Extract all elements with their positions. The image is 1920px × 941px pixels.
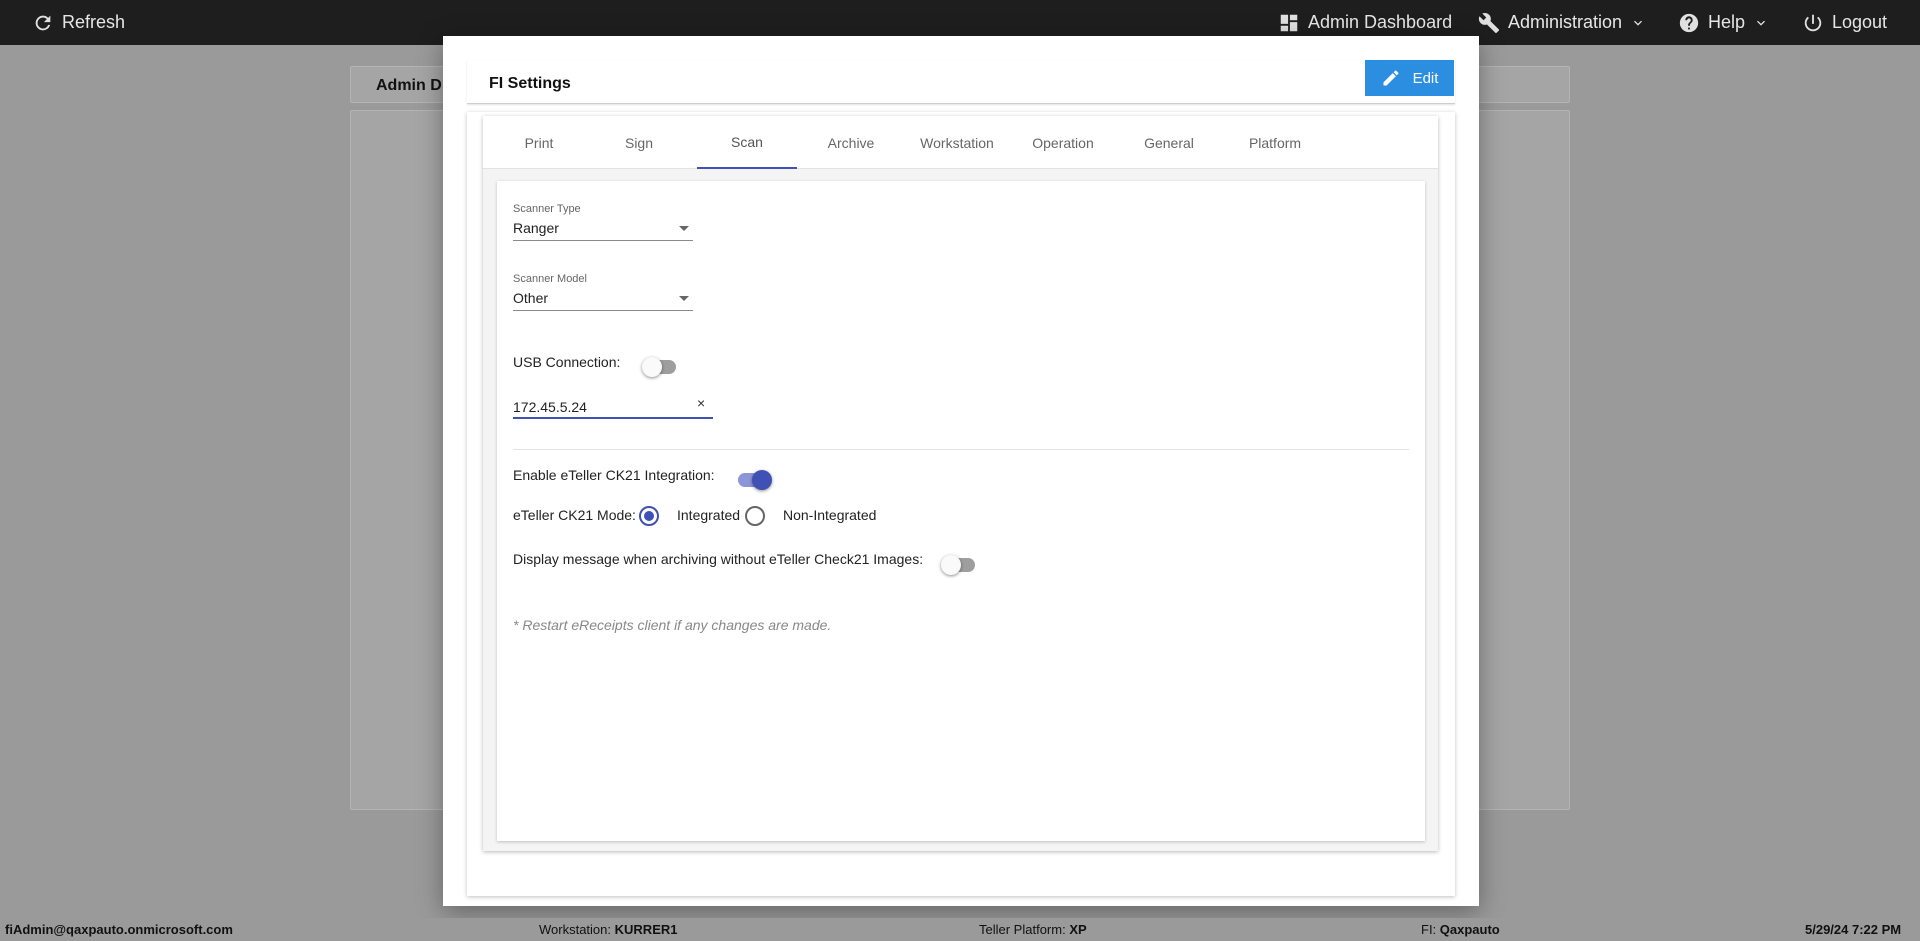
status-datetime: 5/29/24 7:22 PM xyxy=(1805,922,1902,937)
clear-icon[interactable]: × xyxy=(697,395,705,411)
refresh-label: Refresh xyxy=(62,12,126,32)
teller-platform-label: Teller Platform: xyxy=(979,922,1066,937)
ck21-mode-label: eTeller CK21 Mode: xyxy=(513,507,636,523)
settings-tabs: Print Sign Scan Archive Workstation Oper… xyxy=(483,116,1438,851)
radio-integrated[interactable] xyxy=(639,506,659,526)
scanner-model-select[interactable]: Other xyxy=(513,287,693,311)
status-teller-platform: Teller Platform: XP xyxy=(979,922,1087,937)
administration-menu[interactable]: Administration xyxy=(1478,0,1646,45)
pencil-icon xyxy=(1383,70,1399,86)
scan-settings-panel: Scanner Type Ranger Scanner Model Other … xyxy=(497,181,1425,841)
radio-non-integrated[interactable] xyxy=(745,506,765,526)
logout-label: Logout xyxy=(1832,12,1888,32)
administration-label: Administration xyxy=(1508,12,1623,32)
dialog-header: FI Settings xyxy=(467,60,1455,104)
teller-platform-value: XP xyxy=(1069,922,1087,937)
refresh-icon xyxy=(35,15,51,30)
chevron-down-icon xyxy=(1634,20,1643,26)
fi-label: FI: xyxy=(1421,922,1437,937)
tab-workstation[interactable]: Workstation xyxy=(907,116,1007,169)
wrench-icon xyxy=(1478,12,1500,33)
radio-non-integrated-label[interactable]: Non-Integrated xyxy=(783,507,876,523)
dashboard-icon xyxy=(1280,14,1298,31)
tab-general[interactable]: General xyxy=(1119,116,1219,169)
toggle-knob xyxy=(642,357,662,377)
workstation-value: KURRER1 xyxy=(614,922,678,937)
fi-settings-dialog: FI Settings Edit Print Sign Scan Archive… xyxy=(443,36,1479,906)
tab-body: Scanner Type Ranger Scanner Model Other … xyxy=(483,169,1438,851)
status-user: fiAdmin@qaxpauto.onmicrosoft.com xyxy=(5,922,233,937)
scanner-type-select[interactable]: Ranger xyxy=(513,217,693,241)
restart-note: * Restart eReceipts client if any change… xyxy=(513,617,832,633)
usb-connection-label: USB Connection: xyxy=(513,354,621,370)
usb-connection-toggle[interactable] xyxy=(642,355,680,379)
toggle-knob xyxy=(752,470,772,490)
dropdown-caret-icon xyxy=(679,226,689,231)
fi-value: Qaxpauto xyxy=(1439,922,1500,937)
display-message-toggle[interactable] xyxy=(941,553,979,577)
display-message-label: Display message when archiving without e… xyxy=(513,551,924,567)
logout-button[interactable]: Logout xyxy=(1802,0,1887,45)
background-page-title: Admin D xyxy=(376,77,442,94)
chevron-down-icon xyxy=(1757,20,1766,26)
power-icon xyxy=(1804,14,1822,31)
edit-label: Edit xyxy=(1412,69,1439,87)
scanner-type-value: Ranger xyxy=(513,220,559,236)
radio-integrated-label[interactable]: Integrated xyxy=(677,507,740,523)
help-label: Help xyxy=(1708,12,1746,32)
tab-archive[interactable]: Archive xyxy=(801,116,901,169)
tab-print[interactable]: Print xyxy=(489,116,589,169)
tab-scan[interactable]: Scan xyxy=(697,116,797,169)
dropdown-caret-icon xyxy=(679,296,689,301)
help-menu[interactable]: Help xyxy=(1678,0,1769,45)
ck21-integration-label: Enable eTeller CK21 Integration: xyxy=(513,467,715,483)
status-fi: FI: Qaxpauto xyxy=(1421,922,1500,937)
scanner-model-value: Other xyxy=(513,290,549,306)
toggle-knob xyxy=(941,555,961,575)
admin-dashboard-label: Admin Dashboard xyxy=(1308,12,1453,32)
status-bar: fiAdmin@qaxpauto.onmicrosoft.com Worksta… xyxy=(0,918,1920,941)
refresh-button[interactable]: Refresh xyxy=(32,0,125,45)
tab-platform[interactable]: Platform xyxy=(1225,116,1325,169)
help-icon xyxy=(1679,13,1699,32)
ck21-integration-toggle[interactable] xyxy=(734,468,772,492)
scanner-type-label: Scanner Type xyxy=(513,203,581,215)
tab-operation[interactable]: Operation xyxy=(1013,116,1113,169)
edit-button[interactable]: Edit xyxy=(1365,60,1454,96)
tab-sign[interactable]: Sign xyxy=(589,116,689,169)
tab-bar: Print Sign Scan Archive Workstation Oper… xyxy=(483,116,1438,169)
section-divider xyxy=(513,449,1409,450)
scanner-model-label: Scanner Model xyxy=(513,273,587,285)
workstation-label: Workstation: xyxy=(539,922,612,937)
ip-address-input[interactable] xyxy=(513,393,713,419)
status-workstation: Workstation: KURRER1 xyxy=(539,922,677,937)
dialog-title: FI Settings xyxy=(489,75,571,92)
